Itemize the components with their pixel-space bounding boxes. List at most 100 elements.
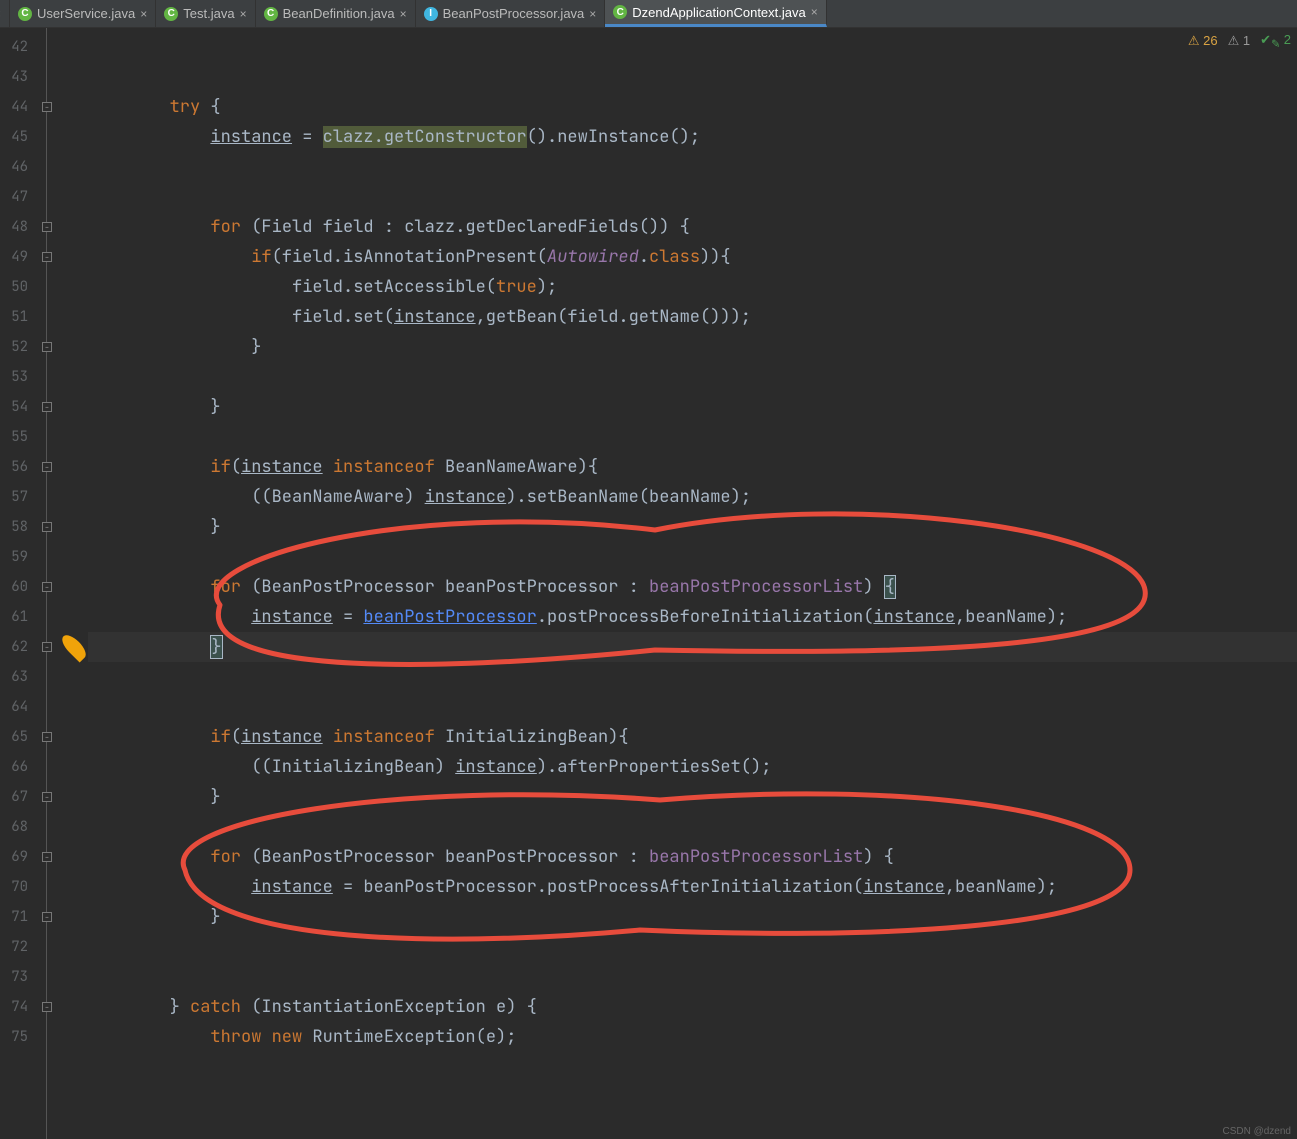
fold-handle-icon[interactable]: - [42, 912, 52, 922]
line-number[interactable]: 70 [0, 872, 34, 902]
code-line[interactable]: ((BeanNameAware) instance).setBeanName(b… [88, 482, 1297, 512]
line-number-gutter[interactable]: 4243444546474849505152535455565758596061… [0, 28, 34, 1139]
line-number[interactable]: 48 [0, 212, 34, 242]
line-number[interactable]: 71 [0, 902, 34, 932]
code-line[interactable]: field.setAccessible(true); [88, 272, 1297, 302]
line-number[interactable]: 46 [0, 152, 34, 182]
code-line[interactable]: } [88, 782, 1297, 812]
code-line[interactable] [88, 182, 1297, 212]
code-line[interactable] [88, 32, 1297, 62]
intention-bulb-icon[interactable] [58, 631, 89, 662]
tab-dzendapplicationcontext-java[interactable]: CDzendApplicationContext.java× [605, 0, 826, 27]
code-line[interactable] [88, 422, 1297, 452]
code-line[interactable]: for (BeanPostProcessor beanPostProcessor… [88, 842, 1297, 872]
line-number[interactable]: 58 [0, 512, 34, 542]
code-line[interactable]: } [88, 902, 1297, 932]
fold-handle-icon[interactable]: - [42, 402, 52, 412]
code-line[interactable]: instance = clazz.getConstructor().newIns… [88, 122, 1297, 152]
close-icon[interactable]: × [240, 7, 247, 21]
line-number[interactable]: 68 [0, 812, 34, 842]
line-number[interactable]: 47 [0, 182, 34, 212]
line-number[interactable]: 53 [0, 362, 34, 392]
code-line[interactable]: if(field.isAnnotationPresent(Autowired.c… [88, 242, 1297, 272]
close-icon[interactable]: × [140, 7, 147, 21]
code-line[interactable]: field.set(instance,getBean(field.getName… [88, 302, 1297, 332]
line-number[interactable]: 57 [0, 482, 34, 512]
close-icon[interactable]: × [0, 7, 1, 21]
line-number[interactable]: 55 [0, 422, 34, 452]
tab-userservice-java[interactable]: CUserService.java× [10, 0, 156, 27]
tab-test-java[interactable]: CTest.java× [156, 0, 255, 27]
code-line[interactable]: if(instance instanceof InitializingBean)… [88, 722, 1297, 752]
fold-handle-icon[interactable]: - [42, 642, 52, 652]
code-line[interactable] [88, 62, 1297, 92]
line-number[interactable]: 59 [0, 542, 34, 572]
line-number[interactable]: 64 [0, 692, 34, 722]
code-line[interactable]: for (BeanPostProcessor beanPostProcessor… [88, 572, 1297, 602]
line-number[interactable]: 73 [0, 962, 34, 992]
tab-beanpostprocessor-java[interactable]: IBeanPostProcessor.java× [416, 0, 606, 27]
line-number[interactable]: 67 [0, 782, 34, 812]
line-number[interactable]: 56 [0, 452, 34, 482]
line-number[interactable]: 62 [0, 632, 34, 662]
line-number[interactable]: 42 [0, 32, 34, 62]
line-number[interactable]: 75 [0, 1022, 34, 1052]
marker-gutter[interactable] [60, 28, 88, 1139]
line-number[interactable]: 45 [0, 122, 34, 152]
fold-handle-icon[interactable]: - [42, 732, 52, 742]
fold-handle-icon[interactable]: - [42, 522, 52, 532]
code-line[interactable]: if(instance instanceof BeanNameAware){ [88, 452, 1297, 482]
close-icon[interactable]: × [400, 7, 407, 21]
code-line[interactable]: } [88, 632, 1297, 662]
code-line[interactable] [88, 542, 1297, 572]
line-number[interactable]: 50 [0, 272, 34, 302]
code-line[interactable] [88, 692, 1297, 722]
line-number[interactable]: 63 [0, 662, 34, 692]
line-number[interactable]: 61 [0, 602, 34, 632]
code-line[interactable]: try { [88, 92, 1297, 122]
code-line[interactable] [88, 362, 1297, 392]
code-line[interactable]: instance = beanPostProcessor.postProcess… [88, 872, 1297, 902]
line-number[interactable]: 52 [0, 332, 34, 362]
code-line[interactable] [88, 152, 1297, 182]
code-line[interactable]: for (Field field : clazz.getDeclaredFiel… [88, 212, 1297, 242]
code-line[interactable]: } [88, 512, 1297, 542]
close-icon[interactable]: × [589, 7, 596, 21]
code-line[interactable] [88, 962, 1297, 992]
line-number[interactable]: 74 [0, 992, 34, 1022]
line-number[interactable]: 49 [0, 242, 34, 272]
code-line[interactable]: ((InitializingBean) instance).afterPrope… [88, 752, 1297, 782]
tab-ava[interactable]: ava× [0, 0, 10, 27]
line-number[interactable]: 54 [0, 392, 34, 422]
line-number[interactable]: 66 [0, 752, 34, 782]
line-number[interactable]: 72 [0, 932, 34, 962]
fold-handle-icon[interactable]: - [42, 342, 52, 352]
code-line[interactable]: throw new RuntimeException(e); [88, 1022, 1297, 1052]
code-content[interactable]: try { instance = clazz.getConstructor().… [88, 28, 1297, 1139]
code-line[interactable]: } catch (InstantiationException e) { [88, 992, 1297, 1022]
fold-handle-icon[interactable]: - [42, 582, 52, 592]
fold-handle-icon[interactable]: - [42, 852, 52, 862]
fold-handle-icon[interactable]: - [42, 222, 52, 232]
code-line[interactable]: instance = beanPostProcessor.postProcess… [88, 602, 1297, 632]
close-icon[interactable]: × [811, 5, 818, 19]
line-number[interactable]: 44 [0, 92, 34, 122]
editor-area[interactable]: 4243444546474849505152535455565758596061… [0, 28, 1297, 1139]
line-number[interactable]: 60 [0, 572, 34, 602]
line-number[interactable]: 69 [0, 842, 34, 872]
code-line[interactable] [88, 662, 1297, 692]
fold-handle-icon[interactable]: - [42, 1002, 52, 1012]
line-number[interactable]: 51 [0, 302, 34, 332]
tab-beandefinition-java[interactable]: CBeanDefinition.java× [256, 0, 416, 27]
code-line[interactable] [88, 932, 1297, 962]
fold-handle-icon[interactable]: - [42, 102, 52, 112]
fold-handle-icon[interactable]: - [42, 252, 52, 262]
fold-handle-icon[interactable]: - [42, 792, 52, 802]
line-number[interactable]: 65 [0, 722, 34, 752]
line-number[interactable]: 43 [0, 62, 34, 92]
code-line[interactable] [88, 812, 1297, 842]
fold-handle-icon[interactable]: - [42, 462, 52, 472]
code-line[interactable]: } [88, 392, 1297, 422]
fold-gutter[interactable]: - - - - - - - - - - - - - - [34, 28, 60, 1139]
code-line[interactable]: } [88, 332, 1297, 362]
